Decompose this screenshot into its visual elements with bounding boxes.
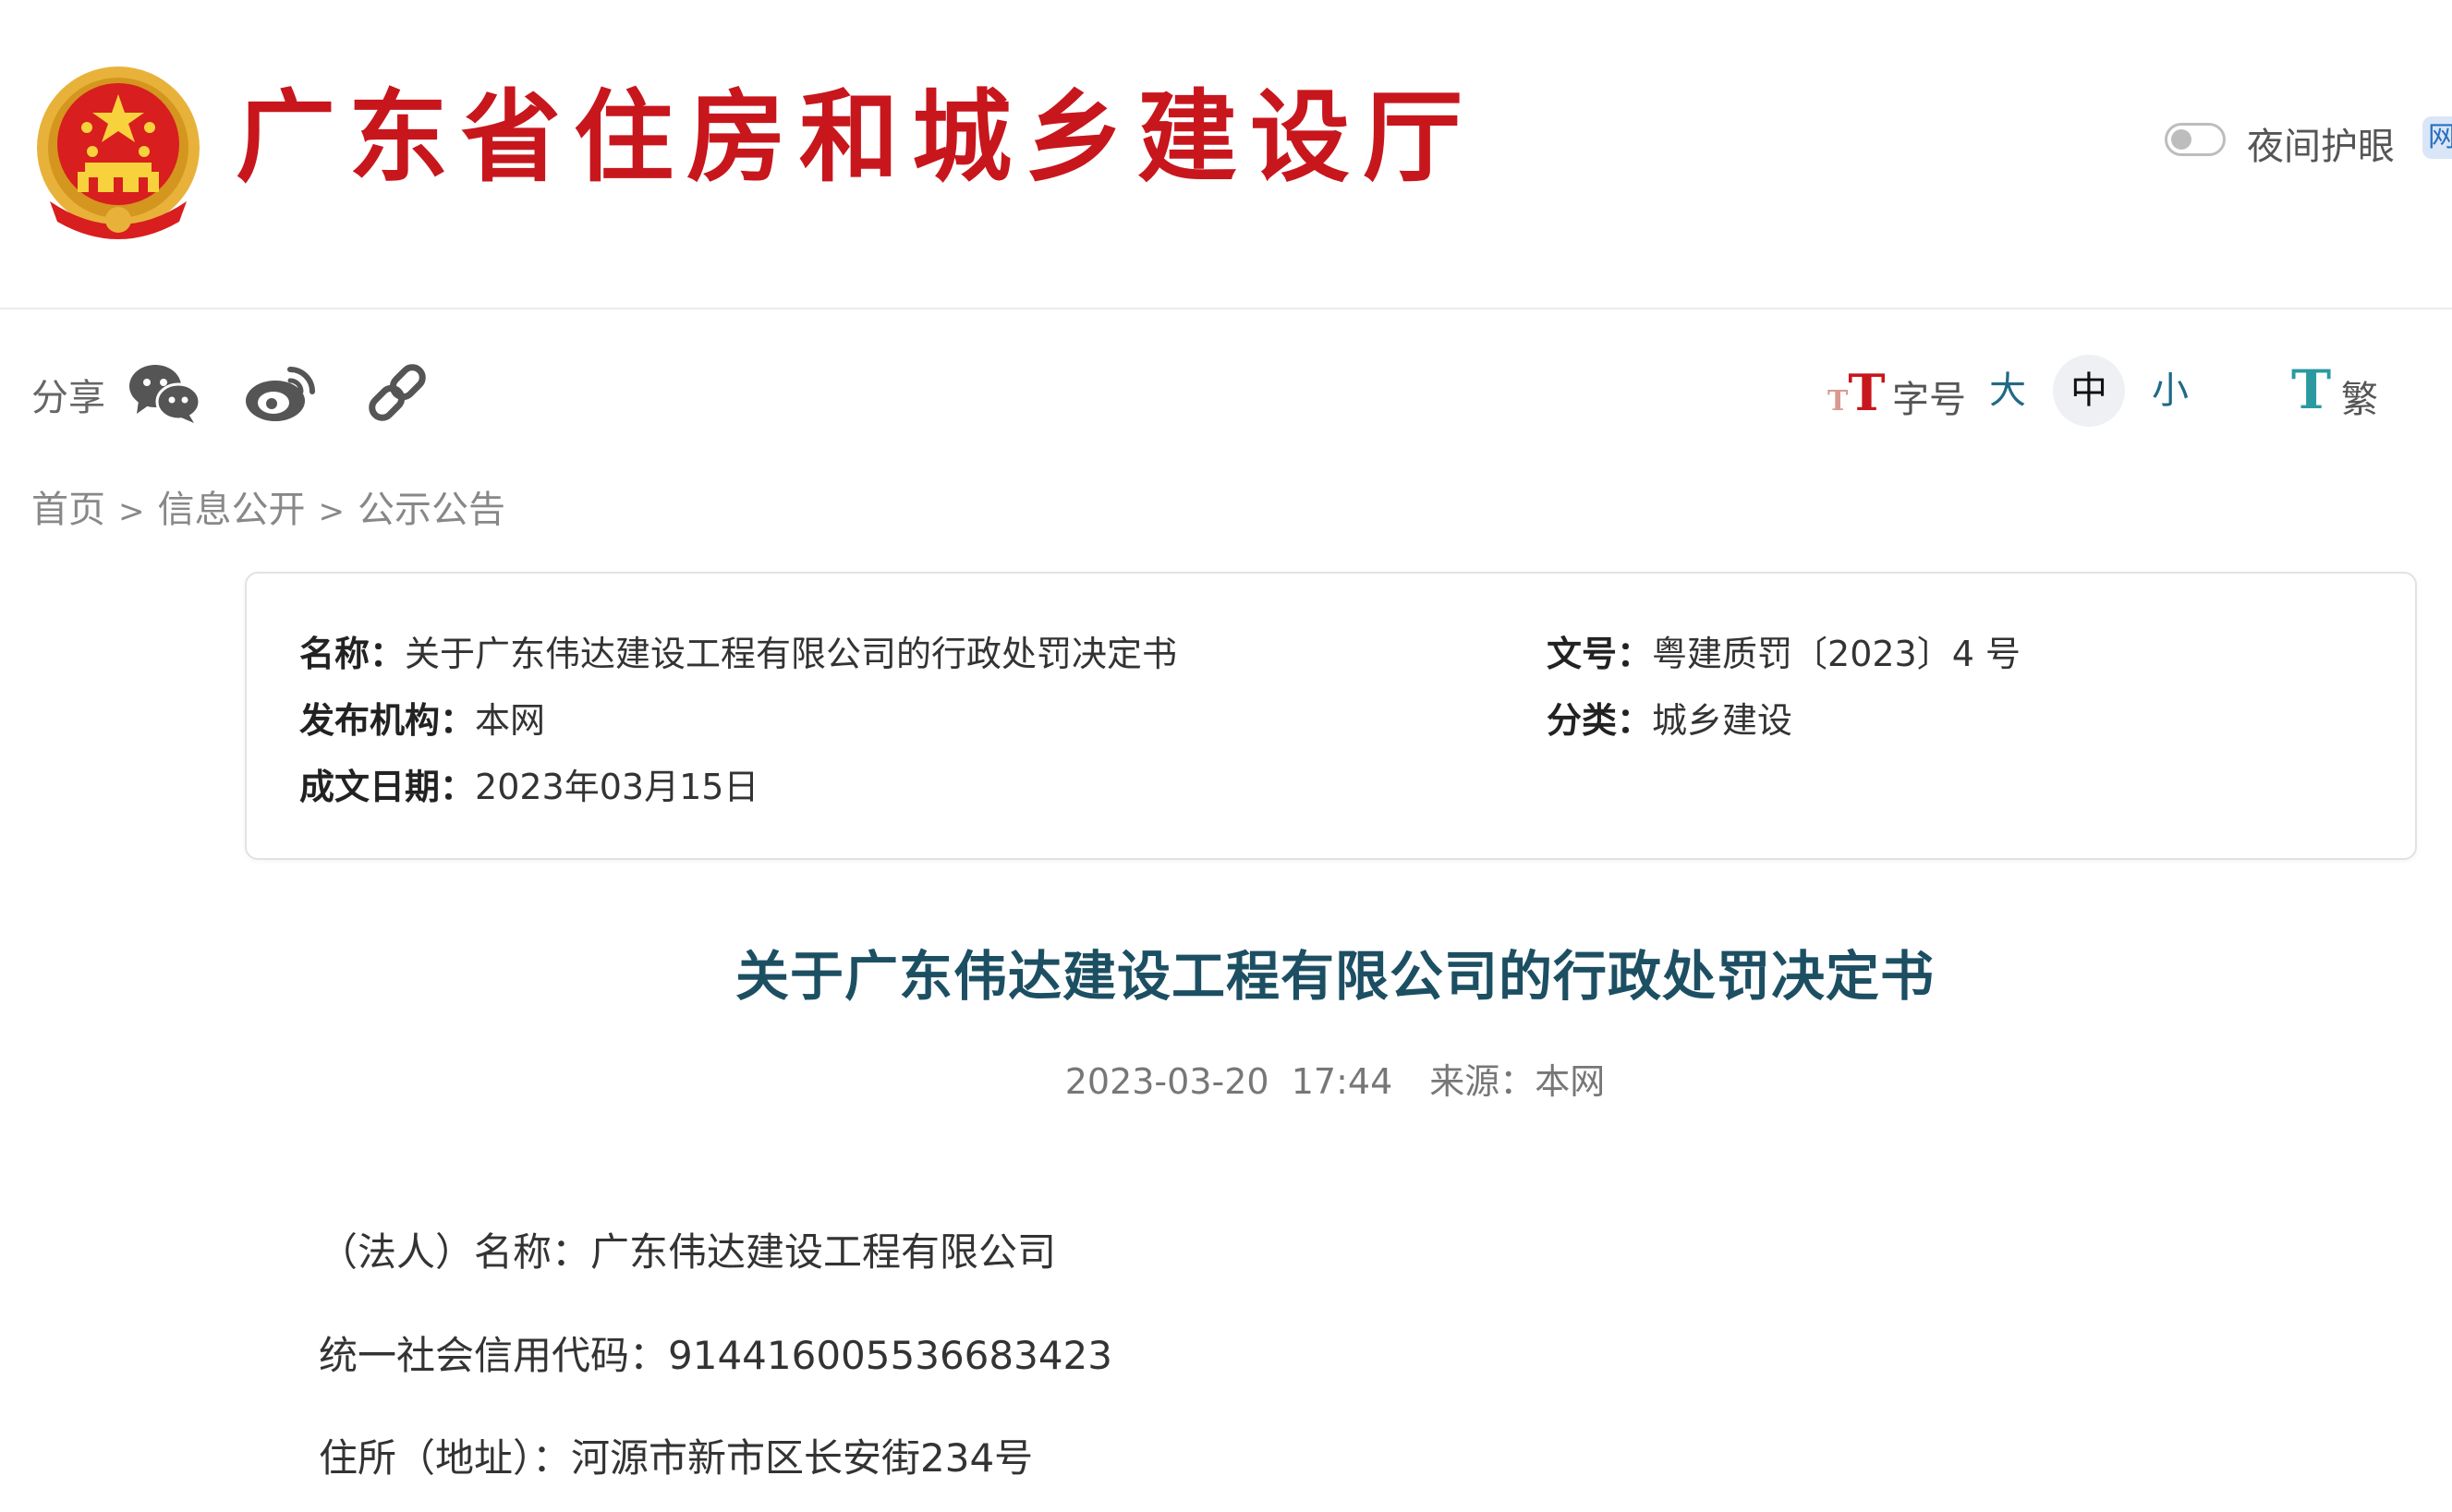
article-title: 关于广东伟达建设工程有限公司的行政处罚决定书 <box>734 945 1935 1008</box>
night-mode-toggle[interactable] <box>2165 123 2226 156</box>
meta-publisher: 发布机构：本网 <box>299 692 545 743</box>
meta-date: 成文日期：2023年03月15日 <box>299 758 759 809</box>
article-time: 17:44 <box>1291 1061 1393 1102</box>
article-source: 来源：本网 <box>1429 1061 1606 1102</box>
breadcrumb-home[interactable]: 首页 <box>31 489 105 531</box>
wechat-icon[interactable] <box>127 360 201 425</box>
meta-doc-number-key: 文号： <box>1547 634 1653 674</box>
traditional-chinese-icon[interactable]: T <box>2291 358 2331 421</box>
site-title: 广东省住房和城乡建设厅 <box>236 79 1476 196</box>
meta-category-key: 分类： <box>1547 700 1653 741</box>
meta-category-value: 城乡建设 <box>1652 700 1793 741</box>
meta-name-key: 名称： <box>299 634 406 674</box>
share-label: 分享 <box>31 377 105 419</box>
site-header: 广东省住房和城乡建设厅 夜间护眼 网 <box>0 0 2452 308</box>
header-divider <box>0 308 2452 309</box>
breadcrumb-separator: > <box>118 493 145 530</box>
paragraph-credit-code: 统一社会信用代码：914416005536683423 <box>319 1333 1112 1378</box>
font-size-label: 字号 <box>1892 379 1966 421</box>
paragraph-company-name: （法人）名称：广东伟达建设工程有限公司 <box>319 1229 1057 1275</box>
weibo-icon[interactable] <box>244 360 318 425</box>
breadcrumb-announcements[interactable]: 公示公告 <box>358 489 505 531</box>
meta-publisher-value: 本网 <box>475 700 546 741</box>
meta-date-value: 2023年03月15日 <box>475 767 759 807</box>
article-meta: 2023-03-20 17:44 来源：本网 <box>0 1053 2452 1104</box>
traditional-chinese-button[interactable]: 繁 <box>2341 369 2378 423</box>
toggle-knob <box>2171 129 2191 150</box>
font-size-large-button[interactable]: 大 <box>1972 355 2044 427</box>
article-date: 2023-03-20 <box>1064 1061 1269 1102</box>
document-meta-card: 名称：关于广东伟达建设工程有限公司的行政处罚决定书 发布机构：本网 成文日期：2… <box>245 572 2417 860</box>
paragraph-address: 住所（地址）：河源市新市区长安街234号 <box>319 1435 1034 1481</box>
breadcrumb-info-disclosure[interactable]: 信息公开 <box>158 489 306 531</box>
breadcrumb: 首页 > 信息公开 > 公示公告 <box>31 479 505 533</box>
meta-publisher-key: 发布机构： <box>299 700 476 741</box>
meta-name: 名称：关于广东伟达建设工程有限公司的行政处罚决定书 <box>299 625 1177 676</box>
meta-category: 分类：城乡建设 <box>1547 692 1792 743</box>
meta-doc-number: 文号：粤建质罚〔2023〕4 号 <box>1547 625 2021 676</box>
meta-doc-number-value: 粤建质罚〔2023〕4 号 <box>1652 634 2021 674</box>
meta-date-key: 成文日期： <box>299 767 476 807</box>
font-size-small-button[interactable]: 小 <box>2134 355 2206 427</box>
meta-name-value: 关于广东伟达建设工程有限公司的行政处罚决定书 <box>405 634 1178 674</box>
site-badge[interactable]: 网 <box>2422 116 2452 159</box>
night-mode-label: 夜间护眼 <box>2247 126 2395 168</box>
font-size-icon: TT <box>1827 363 1886 422</box>
breadcrumb-separator: > <box>318 493 346 530</box>
link-icon[interactable] <box>360 360 434 425</box>
national-emblem-icon <box>37 67 200 239</box>
font-size-medium-button[interactable]: 中 <box>2053 355 2125 427</box>
